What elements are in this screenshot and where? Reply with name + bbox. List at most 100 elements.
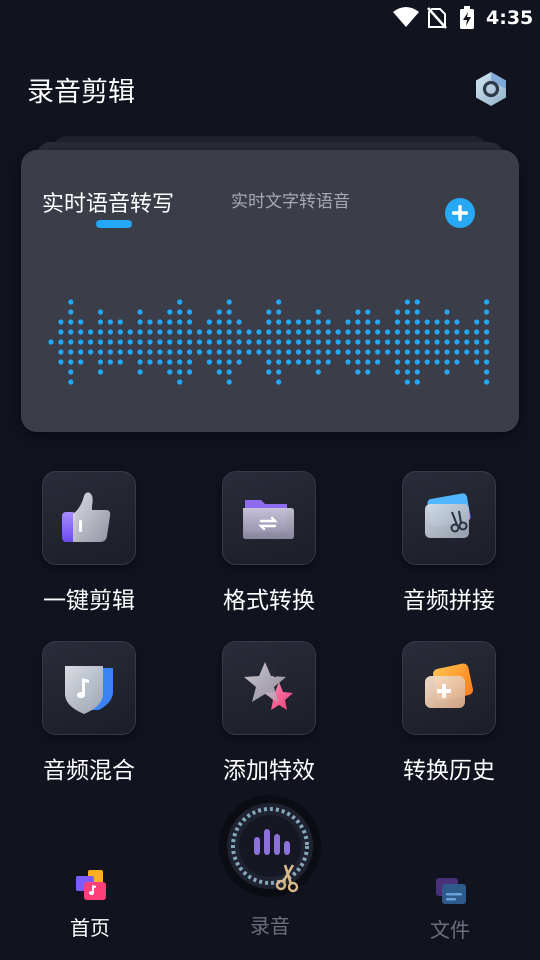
waveform-dot [484,349,490,355]
waveform-dot [305,329,311,335]
waveform-dot [206,349,212,355]
nav-files[interactable]: 文件 [400,872,500,943]
waveform-dot [216,309,222,315]
waveform-dot [206,359,212,365]
waveform-dot [385,349,391,355]
waveform-dot [345,359,351,365]
waveform-dot [404,309,410,315]
waveform-dot [276,359,282,365]
waveform-dot [58,349,64,355]
tab-text-to-speech[interactable]: 实时文字转语音 [231,187,350,212]
feature-label: 一键剪辑 [43,588,135,614]
waveform-dot [286,349,292,355]
waveform-dot [266,349,272,355]
waveform-dot [236,339,242,345]
waveform-dot [236,359,242,365]
feature-one-click-edit[interactable]: 一键剪辑 [19,471,159,615]
waveform-dot [88,329,94,335]
settings-icon [476,72,506,106]
feature-add-effects[interactable]: 添加特效 [199,641,339,785]
waveform-dot [216,339,222,345]
waveform-dot [315,369,321,375]
waveform-dot [177,349,183,355]
waveform-dot [196,349,203,355]
folder-convert-icon [243,500,294,539]
waveform-dot [68,359,74,365]
nav-home[interactable]: 首页 [40,866,140,941]
waveform-dot [295,359,302,365]
waveform-dot [107,319,113,325]
nav-record[interactable]: 录音 [220,906,320,939]
waveform-dot [58,359,64,365]
waveform-dot [276,319,282,325]
waveform-dot [137,349,143,355]
waveform-dot [216,319,222,325]
feature-format-convert[interactable]: 格式转换 [199,471,339,615]
waveform-dot [246,329,252,335]
waveform-dot [187,339,193,345]
record-button[interactable] [219,795,321,897]
waveform-dot [97,359,104,365]
waveform-dot [157,349,163,355]
waveform-dot [355,349,361,355]
waveform-dot [404,329,410,335]
waveform-dot [385,329,391,335]
waveform-dot [127,339,133,345]
waveform-dot [78,359,84,365]
feature-tile [222,641,316,735]
transcribe-card[interactable]: 实时语音转写 实时文字转语音 [21,150,519,432]
waveform-dot [177,379,183,385]
feature-convert-history[interactable]: 转换历史 [379,641,519,785]
waveform-dot [404,299,410,305]
waveform-dot [484,329,490,335]
waveform-dot [68,299,74,305]
waveform-dot [305,339,311,345]
waveform-dot [177,309,183,315]
wifi-icon [393,7,419,27]
waveform-dot [404,359,410,365]
waveform-dot [127,349,133,355]
waveform-dot [187,329,193,335]
tab-realtime-transcribe[interactable]: 实时语音转写 [42,186,174,218]
waveform-dot [375,339,381,345]
waveform-dot [137,369,143,375]
waveform-dot [187,359,193,365]
waveform-dot [68,339,74,345]
waveform-dot [276,329,282,335]
waveform-dot [246,349,252,355]
waveform-dot [58,319,64,325]
feature-tile [222,471,316,565]
feature-tile [402,641,496,735]
waveform-dot [68,369,74,375]
waveform-dot [484,359,490,365]
waveform-dot [256,339,262,345]
waveform-dot [404,319,410,325]
waveform-dot [414,369,420,375]
waveform-dot [375,349,381,355]
waveform-dot [355,329,361,335]
waveform-dot [147,319,153,325]
waveform-dot [484,319,490,325]
settings-button[interactable] [470,68,512,110]
waveform-dot [216,369,222,375]
waveform-dot [325,349,331,355]
waveform-dot [276,309,282,315]
music-shield-icon [65,666,113,714]
waveform-dot [196,339,203,345]
waveform-dot [226,309,232,315]
waveform-dot [474,349,480,355]
waveform-dot [444,339,450,345]
waveform-dot [78,329,84,335]
feature-audio-mix[interactable]: 音频混合 [19,641,159,785]
feature-audio-splice[interactable]: 音频拼接 [379,471,519,615]
waveform-dot [394,319,401,325]
waveform-dot [474,359,480,365]
waveform-dot [276,379,282,385]
waveform-dot [424,329,430,335]
waveform-dot [177,359,183,365]
status-time: 4:35 [486,7,534,29]
waveform-dot [295,349,302,355]
add-button[interactable] [445,198,475,228]
waveform-dot [117,359,123,365]
waveform-dot [365,339,371,345]
